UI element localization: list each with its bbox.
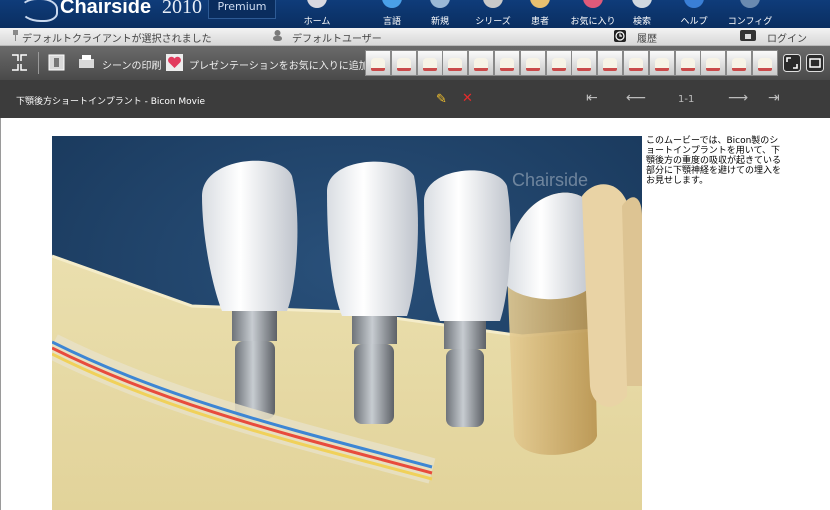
history-link[interactable]: 履歴 <box>637 30 657 45</box>
implant-illustration: Chairside <box>52 136 642 510</box>
movie-description: このムービーでは、Bicon製のショートインプラントを用いて、下顎後方の重度の吸… <box>646 136 782 186</box>
login-link[interactable]: ログイン <box>767 30 807 45</box>
nav-series-button[interactable]: シリーズ <box>468 0 518 28</box>
user-status-bar: デフォルトクライアントが選択されました デフォルトユーザー 履歴 ログイン <box>0 28 830 46</box>
edit-pencil-icon[interactable]: ✎ <box>436 92 447 107</box>
presentation-toolbar: シーンの印刷 プレゼンテーションをお気に入りに追加 <box>0 46 830 80</box>
nav-label: コンフィグ <box>727 17 773 27</box>
nav-favorites-button[interactable]: お気に入り <box>568 0 618 28</box>
tooth-icon <box>525 58 540 71</box>
login-icon[interactable] <box>740 30 756 41</box>
user-icon <box>273 30 282 41</box>
nav-home-button[interactable]: ホーム <box>292 0 342 28</box>
tooth-icon <box>629 58 643 71</box>
toolbar-divider <box>38 52 39 74</box>
grid-view-icon[interactable] <box>11 54 28 71</box>
tooth-icon <box>371 58 385 71</box>
nav-label: 検索 <box>632 17 651 27</box>
movie-title: 下顎後方ショートインプラント - Bicon Movie <box>16 97 206 107</box>
edition-badge: Premium <box>208 0 276 19</box>
scene-thumbnail[interactable] <box>390 50 417 76</box>
print-scene-button[interactable]: シーンの印刷 <box>102 57 162 72</box>
next-page-icon[interactable]: ⟶ <box>728 90 748 106</box>
nav-label: シリーズ <box>475 17 511 27</box>
content-left-border <box>0 118 1 510</box>
logo-swoosh-icon <box>20 0 58 22</box>
tooth-icon <box>706 58 721 71</box>
tooth-icon <box>654 58 669 71</box>
scene-thumbnail[interactable] <box>623 50 649 76</box>
brand-name: Chairside <box>60 0 152 18</box>
app-header: Chairside 2010 Premium ホーム 言語 新規 シリーズ 患者 お気に入… <box>0 0 830 28</box>
tooth-icon <box>577 58 592 71</box>
help-icon <box>684 0 704 8</box>
language-icon <box>382 0 402 8</box>
heart-icon[interactable] <box>166 54 183 71</box>
nav-label: 患者 <box>530 17 549 27</box>
search-icon <box>632 0 652 8</box>
tooth-icon <box>758 58 772 71</box>
nav-label: 新規 <box>430 17 449 27</box>
history-icon[interactable] <box>614 30 626 42</box>
first-page-icon[interactable]: ⇤ <box>586 90 598 106</box>
scene-thumbnail[interactable] <box>726 50 753 76</box>
tooth-icon <box>680 58 695 71</box>
favorites-icon <box>583 0 603 8</box>
client-status-text: デフォルトクライアントが選択されました <box>22 34 212 45</box>
scene-thumbnail[interactable] <box>597 50 624 76</box>
delete-icon[interactable]: ✕ <box>462 91 473 106</box>
add-to-favorites-button[interactable]: プレゼンテーションをお気に入りに追加 <box>189 57 369 72</box>
scene-thumbnail[interactable] <box>365 50 391 76</box>
tooth-icon <box>500 58 514 71</box>
nav-config-button[interactable]: コンフィグ <box>722 0 778 28</box>
movie-watermark: Chairside <box>512 170 588 190</box>
tooth-icon <box>732 58 747 71</box>
scene-thumbnail[interactable] <box>700 50 727 76</box>
nav-help-button[interactable]: ヘルプ <box>674 0 714 28</box>
scene-thumbnail[interactable] <box>674 50 701 76</box>
nav-patient-button[interactable]: 患者 <box>520 0 560 28</box>
tooth-icon <box>396 58 411 71</box>
scene-thumbnail[interactable] <box>494 50 520 76</box>
window-mode-icon[interactable] <box>806 54 824 72</box>
movie-viewer[interactable]: Chairside <box>52 136 642 510</box>
nav-label: 言語 <box>382 17 401 27</box>
scene-thumbnail[interactable] <box>545 50 572 76</box>
config-icon <box>740 0 760 8</box>
new-icon <box>430 0 450 8</box>
scene-thumbnail[interactable] <box>416 50 443 76</box>
last-page-icon[interactable]: ⇥ <box>768 90 780 106</box>
previous-page-icon[interactable]: ⟵ <box>626 90 646 106</box>
brand-year: 2010 <box>162 0 202 18</box>
pin-icon <box>13 30 18 41</box>
print-icon[interactable] <box>78 54 95 71</box>
fullscreen-icon[interactable] <box>783 54 801 72</box>
scene-thumbnail[interactable] <box>519 50 546 76</box>
nav-label: お気に入り <box>570 17 616 27</box>
nav-language-button[interactable]: 言語 <box>372 0 412 28</box>
series-icon <box>483 0 503 8</box>
tooth-icon <box>551 58 566 71</box>
home-icon <box>307 0 327 8</box>
default-user-text: デフォルトユーザー <box>292 34 382 45</box>
scene-thumbnail[interactable] <box>752 50 778 76</box>
tooth-icon <box>603 58 618 71</box>
nav-label: ホーム <box>303 17 331 27</box>
patient-icon <box>530 0 550 8</box>
tooth-icon <box>422 58 437 71</box>
page-indicator: 1-1 <box>678 94 695 105</box>
tooth-icon <box>474 58 489 71</box>
nav-search-button[interactable]: 検索 <box>622 0 662 28</box>
nav-label: ヘルプ <box>680 17 708 27</box>
tooth-icon <box>448 58 463 71</box>
chairside-logo: Chairside 2010 <box>20 0 220 24</box>
scene-thumbnail[interactable] <box>468 50 495 76</box>
nav-new-button[interactable]: 新規 <box>420 0 460 28</box>
scene-thumbnail[interactable] <box>648 50 675 76</box>
scene-info-icon[interactable] <box>48 54 65 71</box>
scene-thumbnail[interactable] <box>442 50 469 76</box>
movie-title-bar: 下顎後方ショートインプラント - Bicon Movie ✎ ✕ ⇤ ⟵ 1-1… <box>0 80 830 118</box>
scene-thumbnail[interactable] <box>571 50 598 76</box>
